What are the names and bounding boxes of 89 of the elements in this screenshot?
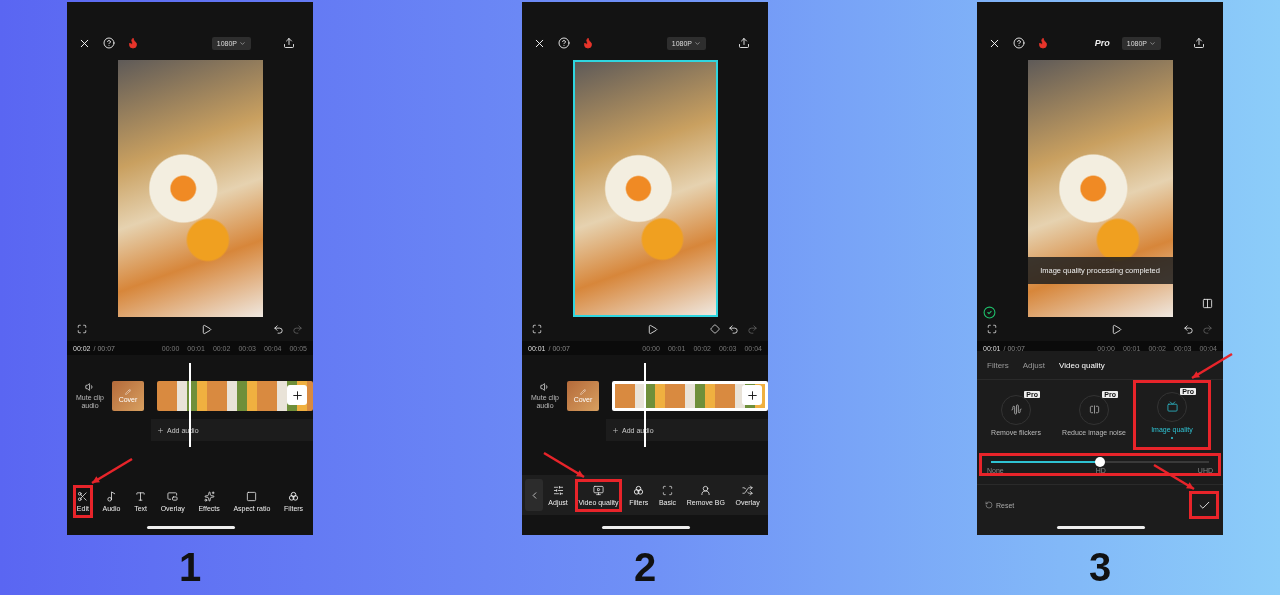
- plus-icon: [157, 426, 164, 434]
- diamond-icon: [710, 324, 720, 334]
- waveform-icon: [1010, 404, 1022, 415]
- split-square-icon: [1088, 404, 1100, 415]
- caret-icon: [239, 39, 246, 47]
- confirm-button[interactable]: [1189, 491, 1219, 519]
- text-icon: [135, 490, 147, 502]
- export-button[interactable]: [1193, 37, 1205, 49]
- help-button[interactable]: [103, 37, 115, 49]
- step-number: 2: [633, 547, 657, 587]
- sliders-icon: [552, 484, 564, 496]
- square-icon: [246, 490, 258, 502]
- mute-button[interactable]: [540, 381, 550, 392]
- help-icon: [558, 37, 570, 49]
- fullscreen-button[interactable]: [77, 324, 87, 334]
- pencil-icon: [125, 389, 131, 395]
- fullscreen-button[interactable]: [987, 324, 997, 334]
- flame-button[interactable]: [1037, 37, 1049, 49]
- tab[interactable]: Adjust: [1022, 360, 1045, 370]
- play-button[interactable]: [1110, 323, 1122, 335]
- pointer-arrow: [1153, 463, 1195, 491]
- play-icon: [1110, 323, 1122, 335]
- step-number: 1: [178, 547, 202, 587]
- redo-icon: [1202, 323, 1213, 335]
- monitor-play-icon: [593, 484, 604, 496]
- add-clip-button[interactable]: [287, 385, 307, 405]
- step-number: 3: [1088, 547, 1112, 587]
- undo-button[interactable]: [1183, 323, 1194, 335]
- export-button[interactable]: [283, 37, 295, 49]
- flame-icon: [1037, 37, 1049, 49]
- play-icon: [200, 323, 212, 335]
- plus-icon: [290, 388, 304, 402]
- slider-thumb[interactable]: [1095, 457, 1105, 467]
- pencil-icon: [580, 389, 586, 395]
- play-button[interactable]: [646, 323, 658, 335]
- help-button[interactable]: [558, 37, 570, 49]
- undo-button[interactable]: [273, 323, 284, 335]
- flame-button[interactable]: [127, 37, 139, 49]
- circles-icon: [288, 490, 300, 502]
- export-button[interactable]: [738, 37, 750, 49]
- pro-label: Pro: [1094, 38, 1110, 48]
- undo-icon: [728, 323, 739, 335]
- caret-icon: [1149, 39, 1156, 47]
- person-icon: [700, 484, 712, 496]
- tab[interactable]: Filters: [987, 360, 1009, 370]
- caret-icon: [694, 39, 701, 47]
- screen-icon: [1166, 401, 1178, 412]
- video-clip[interactable]: [157, 381, 313, 411]
- undo-icon: [1183, 323, 1194, 335]
- play-icon: [646, 323, 658, 335]
- overlay-icon: [167, 490, 179, 502]
- video-clip[interactable]: [612, 381, 768, 411]
- sparkles-icon: [203, 490, 215, 502]
- speaker-icon: [540, 381, 550, 392]
- music-note-icon: [106, 490, 117, 502]
- upload-icon: [1193, 37, 1205, 49]
- flame-icon: [127, 37, 139, 49]
- expand-icon: [987, 324, 997, 334]
- pointer-arrow: [1190, 352, 1233, 380]
- speaker-icon: [85, 381, 95, 392]
- mute-button[interactable]: [85, 381, 95, 392]
- help-icon: [103, 37, 115, 49]
- flame-button[interactable]: [582, 37, 594, 49]
- shuffle-icon: [742, 484, 754, 496]
- circles-icon: [633, 484, 645, 496]
- redo-icon: [292, 323, 303, 335]
- undo-button[interactable]: [728, 323, 739, 335]
- help-icon: [1013, 37, 1025, 49]
- keyframe-button[interactable]: [710, 324, 720, 334]
- expand-icon: [77, 324, 87, 334]
- play-button[interactable]: [200, 323, 212, 335]
- add-clip-button[interactable]: [742, 385, 762, 405]
- redo-icon: [747, 323, 758, 335]
- flame-icon: [582, 37, 594, 49]
- plus-icon: [612, 426, 619, 434]
- expand-icon: [532, 324, 542, 334]
- tab[interactable]: Video quality: [1059, 360, 1105, 370]
- upload-icon: [738, 37, 750, 49]
- fullscreen-button[interactable]: [532, 324, 542, 334]
- pointer-arrow: [91, 457, 133, 484]
- help-button[interactable]: [1013, 37, 1025, 49]
- upload-icon: [283, 37, 295, 49]
- frame-icon: [661, 484, 673, 496]
- undo-icon: [273, 323, 284, 335]
- pointer-arrow: [543, 451, 585, 478]
- plus-icon: [745, 388, 759, 402]
- reset-icon: [985, 501, 993, 509]
- scissors-icon: [77, 490, 89, 502]
- compare-icon: [1202, 298, 1213, 309]
